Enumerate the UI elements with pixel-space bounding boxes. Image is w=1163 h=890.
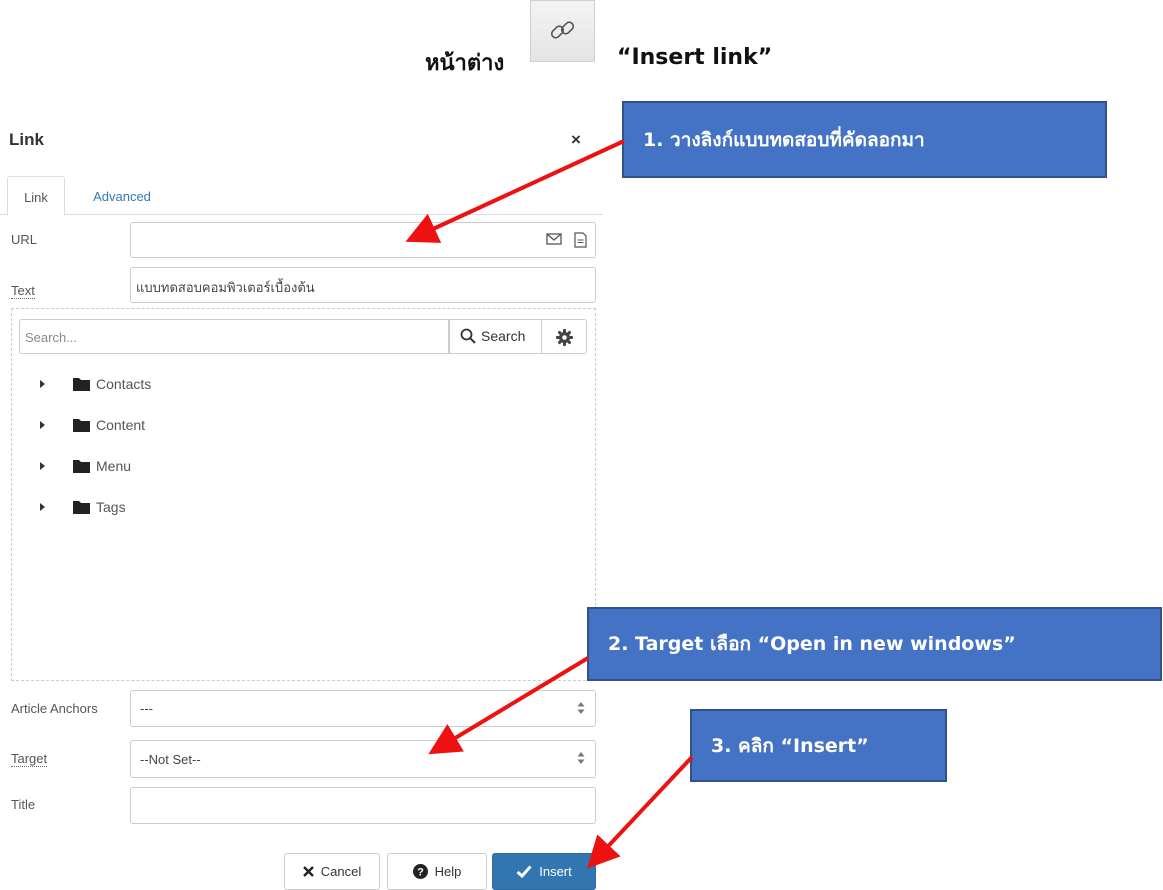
anchors-value: ---: [140, 701, 153, 716]
file-icon[interactable]: [574, 232, 587, 248]
select-arrows-icon: [577, 702, 585, 714]
settings-button[interactable]: [541, 319, 587, 354]
tree-item-label: Tags: [96, 499, 126, 515]
folder-icon: [73, 378, 90, 391]
text-value: แบบทดสอบคอมพิวเตอร์เบื้องต้น: [136, 280, 315, 295]
target-select[interactable]: --Not Set--: [130, 740, 596, 778]
tree-item-label: Menu: [96, 458, 132, 474]
question-circle-icon: ?: [412, 864, 428, 879]
link-dialog: Link × Link Advanced URL Text แบบทดสอบคอ…: [0, 110, 605, 890]
folder-icon: [73, 501, 90, 514]
close-button[interactable]: ×: [571, 130, 581, 150]
callout-step-3: 3. คลิก “Insert”: [690, 709, 947, 782]
insert-button-label: Insert: [539, 864, 572, 879]
cancel-button[interactable]: Cancel: [284, 853, 380, 890]
help-button[interactable]: ? Help: [387, 853, 487, 890]
text-label: Text: [11, 283, 35, 299]
insert-button[interactable]: Insert: [492, 853, 596, 890]
link-icon: [550, 21, 575, 39]
search-button[interactable]: Search: [449, 319, 542, 354]
tree-item-label: Contacts: [96, 376, 152, 392]
cancel-button-label: Cancel: [320, 864, 362, 879]
tree-item-label: Content: [96, 417, 146, 433]
folder-icon: [73, 419, 90, 432]
close-icon: [302, 866, 314, 877]
target-label: Target: [11, 751, 48, 767]
caret-right-icon[interactable]: [40, 421, 45, 429]
anchors-label: Article Anchors: [11, 701, 98, 716]
dialog-title: Link: [9, 130, 44, 149]
instruction-heading: หน้าต่าง “Insert link”: [0, 0, 1163, 100]
heading-right-text: “Insert link”: [617, 45, 773, 70]
tree-item-content[interactable]: Content: [40, 414, 145, 436]
target-value: --Not Set--: [140, 752, 201, 767]
help-button-label: Help: [434, 864, 462, 879]
insert-link-toolbar-button[interactable]: [530, 0, 595, 62]
anchors-select[interactable]: ---: [130, 690, 596, 727]
title-label: Title: [11, 797, 36, 812]
url-input[interactable]: [130, 222, 596, 258]
url-label: URL: [11, 232, 38, 247]
link-browser: Search... Search Contacts Content Menu T…: [11, 308, 596, 681]
search-button-label: Search: [481, 328, 526, 344]
heading-left-text: หน้าต่าง: [425, 51, 505, 76]
tree-item-contacts[interactable]: Contacts: [40, 373, 151, 395]
search-icon: [460, 328, 476, 344]
select-arrows-icon: [577, 752, 585, 764]
check-icon: [516, 865, 532, 878]
search-input[interactable]: Search...: [19, 319, 449, 354]
tab-link[interactable]: Link: [7, 176, 65, 216]
folder-icon: [73, 460, 90, 473]
tree-item-tags[interactable]: Tags: [40, 496, 126, 518]
caret-right-icon[interactable]: [40, 380, 45, 388]
title-input[interactable]: [130, 787, 596, 824]
svg-text:?: ?: [417, 867, 424, 879]
caret-right-icon[interactable]: [40, 503, 45, 511]
tree-item-menu[interactable]: Menu: [40, 455, 131, 477]
text-input[interactable]: แบบทดสอบคอมพิวเตอร์เบื้องต้น: [130, 267, 596, 303]
gear-icon: [556, 329, 573, 346]
callout-step-1: 1. วางลิงก์แบบทดสอบที่คัดลอกมา: [622, 101, 1107, 178]
caret-right-icon[interactable]: [40, 462, 45, 470]
tab-advanced[interactable]: Advanced: [82, 176, 162, 215]
callout-step-2: 2. Target เลือก “Open in new windows”: [587, 607, 1162, 681]
mail-icon[interactable]: [546, 232, 562, 246]
arrow-step-3: [587, 755, 694, 869]
dialog-tabs: Link Advanced: [0, 176, 603, 216]
